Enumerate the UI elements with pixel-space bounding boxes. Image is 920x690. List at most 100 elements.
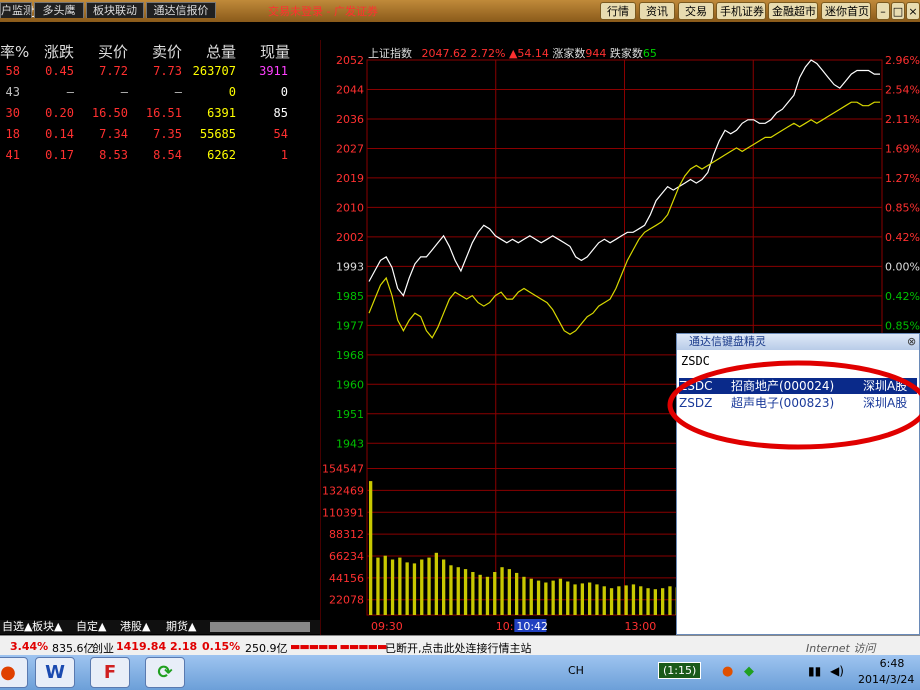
up-count: 944 [585,47,607,60]
popup-close-icon[interactable]: ⊗ [907,335,916,348]
tab-sector-link[interactable]: 板块联动 [86,2,144,18]
down-label: 跌家数 [609,47,643,60]
table-cell: 0.17 [45,148,74,162]
pct-tick-label: 0.85% [885,201,920,214]
table-cell: 7.35 [153,127,182,141]
status-cy-label: 创业 [92,642,114,655]
word-icon[interactable]: W [35,657,75,688]
status-internet: Internet 访问 [806,642,876,655]
volume-tick-label: 22078 [329,594,364,607]
volume-bar [434,552,438,615]
tray-icon-1[interactable]: ● [722,664,733,679]
pct-tick-label: 0.42% [885,231,920,244]
network-icon[interactable]: ▮▮ [808,664,821,678]
price-tick-label: 2036 [336,113,364,126]
table-cell: 7.73 [153,64,182,78]
gf-securities-icon[interactable]: F [90,657,130,688]
language-indicator[interactable]: CH [568,664,584,677]
maximize-icon[interactable]: □ [891,2,905,20]
volume-bar [661,588,665,615]
pct-tick-label: 1.27% [885,172,920,185]
table-cell: 41 [5,148,20,162]
col-header-change[interactable]: 涨跌 [44,41,74,62]
volume-bar [544,582,548,615]
shield-icon[interactable]: ◆ [744,664,754,679]
app-icon-1[interactable]: ● [0,657,28,688]
price-tick-label: 2002 [336,231,364,244]
status-ticker-icon: ▬▬▬▬▬ ▬▬▬▬▬ [290,640,387,653]
top-button-mini[interactable]: 迷你首页 [821,2,871,20]
volume-bar [653,589,657,615]
table-cell: 54 [273,127,288,141]
clock-date[interactable]: 2014/3/24 [858,673,914,686]
volume-bar [376,557,380,615]
tab-bull[interactable]: 多头鹰 [34,2,84,18]
volume-icon[interactable]: ◀) [830,664,844,678]
table-cell: — [66,85,74,99]
minimize-icon[interactable]: – [876,2,890,20]
tab-quote[interactable]: 通达信报价 [146,2,216,18]
bottom-tab-sector[interactable]: 板块▲ [32,620,62,634]
price-tick-label: 1985 [336,290,364,303]
price-tick-label: 2010 [336,201,364,214]
bottom-tab-watchlist[interactable]: 自选▲ [2,620,32,634]
volume-bar [617,586,621,615]
bottom-tab-futures[interactable]: 期货▲ [166,620,196,634]
volume-bar [566,581,570,615]
volume-bar [412,563,417,615]
top-button-trade[interactable]: 交易 [678,2,714,20]
bottom-tab-hk[interactable]: 港股▲ [120,620,150,634]
window-title: 交易未登录 - 广发证券 [268,5,378,18]
volume-bar [507,569,511,615]
col-header-bid[interactable]: 买价 [98,41,128,62]
volume-bar [639,586,643,615]
col-header-current[interactable]: 现量 [260,41,290,62]
table-cell: 6262 [207,148,236,162]
volume-tick-label: 66234 [329,550,364,563]
col-header-ask[interactable]: 卖价 [152,41,182,62]
volume-bar [609,588,614,615]
volume-bar [668,586,672,615]
chart-info: 上证指数 2047.62 2.72% ▲54.14 涨家数944 跌家数65 [368,45,657,61]
bottom-tab-custom[interactable]: 自定▲ [76,620,106,634]
top-button-news[interactable]: 资讯 [639,2,675,20]
status-cy-val: 1419.84 [116,640,167,653]
volume-bar [580,583,584,615]
top-button-quotes[interactable]: 行情 [600,2,636,20]
pct-tick-label: 1.69% [885,142,920,155]
pct-tick-label: 2.54% [885,83,920,96]
time-tick-label: 10:42 [516,620,548,633]
top-button-market[interactable]: 金融超市 [768,2,818,20]
table-cell: 7.34 [99,127,128,141]
volume-bar [463,569,468,615]
refresh-app-icon[interactable]: ⟳ [145,657,185,688]
table-cell: 263707 [192,64,236,78]
top-button-mobile[interactable]: 手机证券 [716,2,766,20]
timer-badge[interactable]: (1:15) [658,662,702,679]
highlight-ellipse [667,360,920,450]
close-icon[interactable]: × [906,2,920,20]
volume-bar [646,588,650,615]
clock-time[interactable]: 6:48 [872,657,912,670]
volume-bar [595,584,599,615]
status-message[interactable]: 已断开,点击此处连接行情主站 [385,640,532,656]
status-cy-pct: 0.15% [202,640,241,653]
volume-bar [515,572,519,615]
volume-bar [420,559,424,615]
table-cell: 16.51 [145,106,182,120]
pct-tick-label: 0.42% [885,290,920,303]
pct-tick-label: 0.00% [885,260,920,273]
tab-monitor[interactable]: 户监测 [0,2,32,18]
down-count: 65 [642,47,657,60]
col-header-volume[interactable]: 总量 [206,41,236,62]
volume-bar [383,555,387,615]
volume-tick-label: 44156 [329,572,364,585]
table-cell: 58 [5,64,20,78]
volume-bar [442,559,446,615]
horizontal-scrollbar[interactable] [210,622,310,632]
col-header-rate[interactable]: 率% [0,41,29,62]
table-cell: 30 [5,106,20,120]
price-tick-label: 1977 [336,319,364,332]
volume-bar [551,580,555,615]
index-price: 2047.62 [421,47,468,60]
